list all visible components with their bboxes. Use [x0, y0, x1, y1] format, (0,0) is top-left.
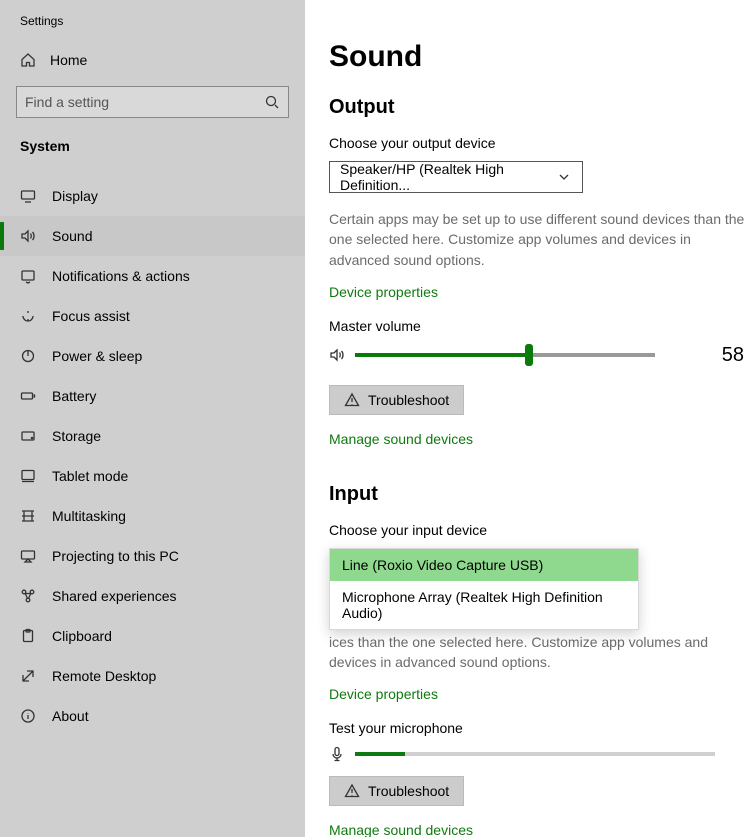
- chevron-down-icon: [556, 169, 572, 185]
- sidebar-item-label: Power & sleep: [52, 348, 142, 364]
- sidebar-item-label: About: [52, 708, 89, 724]
- search-icon: [264, 94, 280, 110]
- sidebar-item-about[interactable]: About: [0, 696, 305, 736]
- sidebar-item-sound[interactable]: Sound: [0, 216, 305, 256]
- input-choose-label: Choose your input device: [329, 522, 750, 538]
- sidebar-item-display[interactable]: Display: [0, 176, 305, 216]
- sidebar-item-multitask[interactable]: Multitasking: [0, 496, 305, 536]
- battery-icon: [20, 388, 36, 404]
- sidebar-item-notifications[interactable]: Notifications & actions: [0, 256, 305, 296]
- warning-icon: [344, 783, 360, 799]
- search-box[interactable]: [16, 86, 289, 118]
- sidebar-item-label: Projecting to this PC: [52, 548, 179, 564]
- notifications-icon: [20, 268, 36, 284]
- microphone-level-meter: [355, 752, 715, 756]
- shared-icon: [20, 588, 36, 604]
- focus-icon: [20, 308, 36, 324]
- multitask-icon: [20, 508, 36, 524]
- input-troubleshoot-label: Troubleshoot: [368, 783, 449, 799]
- input-heading: Input: [329, 483, 750, 506]
- storage-icon: [20, 428, 36, 444]
- clipboard-icon: [20, 628, 36, 644]
- about-icon: [20, 708, 36, 724]
- sidebar-item-focus[interactable]: Focus assist: [0, 296, 305, 336]
- sidebar-item-label: Battery: [52, 388, 96, 404]
- sidebar-item-label: Multitasking: [52, 508, 126, 524]
- output-device-value: Speaker/HP (Realtek High Definition...: [340, 161, 556, 193]
- test-microphone-label: Test your microphone: [329, 720, 750, 736]
- sidebar-item-label: Focus assist: [52, 308, 130, 324]
- power-icon: [20, 348, 36, 364]
- sidebar-item-shared[interactable]: Shared experiences: [0, 576, 305, 616]
- output-troubleshoot-button[interactable]: Troubleshoot: [329, 385, 464, 415]
- app-title: Settings: [0, 10, 305, 42]
- sidebar-item-label: Notifications & actions: [52, 268, 190, 284]
- input-description: ices than the one selected here. Customi…: [329, 632, 750, 673]
- home-label: Home: [50, 52, 87, 68]
- sidebar-item-remote[interactable]: Remote Desktop: [0, 656, 305, 696]
- master-volume-value: 58: [722, 344, 750, 367]
- sidebar-item-storage[interactable]: Storage: [0, 416, 305, 456]
- sidebar-item-label: Clipboard: [52, 628, 112, 644]
- sidebar-item-label: Shared experiences: [52, 588, 177, 604]
- remote-icon: [20, 668, 36, 684]
- display-icon: [20, 188, 36, 204]
- sidebar-item-label: Tablet mode: [52, 468, 128, 484]
- input-manage-link[interactable]: Manage sound devices: [329, 822, 473, 837]
- sidebar-item-power[interactable]: Power & sleep: [0, 336, 305, 376]
- page-title: Sound: [329, 40, 750, 74]
- warning-icon: [344, 392, 360, 408]
- sidebar-item-label: Storage: [52, 428, 101, 444]
- home-button[interactable]: Home: [0, 42, 305, 78]
- speaker-icon: [329, 347, 345, 363]
- home-icon: [20, 52, 36, 68]
- input-device-dropdown[interactable]: Line (Roxio Video Capture USB)Microphone…: [329, 548, 639, 630]
- section-heading: System: [0, 128, 305, 164]
- sound-icon: [20, 228, 36, 244]
- sidebar-nav: Display Sound Notifications & actions Focus…: [0, 164, 305, 736]
- sidebar-item-battery[interactable]: Battery: [0, 376, 305, 416]
- output-device-select[interactable]: Speaker/HP (Realtek High Definition...: [329, 161, 583, 193]
- sidebar-item-label: Sound: [52, 228, 92, 244]
- sidebar-item-clipboard[interactable]: Clipboard: [0, 616, 305, 656]
- input-device-option[interactable]: Microphone Array (Realtek High Definitio…: [330, 581, 638, 629]
- main-panel: Sound Output Choose your output device S…: [305, 0, 750, 837]
- search-input[interactable]: [25, 94, 258, 110]
- output-device-properties-link[interactable]: Device properties: [329, 284, 438, 300]
- master-volume-slider[interactable]: [355, 353, 655, 357]
- output-choose-label: Choose your output device: [329, 135, 750, 151]
- sidebar-item-projecting[interactable]: Projecting to this PC: [0, 536, 305, 576]
- sidebar-item-tablet[interactable]: Tablet mode: [0, 456, 305, 496]
- sidebar-item-label: Remote Desktop: [52, 668, 156, 684]
- output-heading: Output: [329, 96, 750, 119]
- projecting-icon: [20, 548, 36, 564]
- output-troubleshoot-label: Troubleshoot: [368, 392, 449, 408]
- settings-sidebar: Settings Home System Display Sound Notific…: [0, 0, 305, 837]
- input-troubleshoot-button[interactable]: Troubleshoot: [329, 776, 464, 806]
- output-manage-link[interactable]: Manage sound devices: [329, 431, 473, 447]
- sidebar-item-label: Display: [52, 188, 98, 204]
- input-device-option[interactable]: Line (Roxio Video Capture USB): [330, 549, 638, 581]
- tablet-icon: [20, 468, 36, 484]
- input-device-properties-link[interactable]: Device properties: [329, 686, 438, 702]
- master-volume-label: Master volume: [329, 318, 750, 334]
- output-description: Certain apps may be set up to use differ…: [329, 209, 750, 270]
- microphone-icon: [329, 746, 345, 762]
